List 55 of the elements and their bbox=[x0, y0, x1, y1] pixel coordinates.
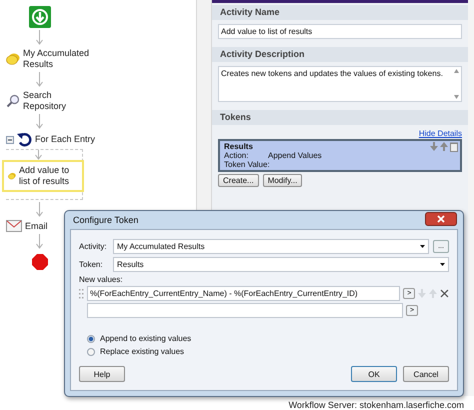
envelope-icon bbox=[6, 220, 22, 232]
section-header: Activity Description bbox=[212, 47, 468, 62]
coin-icon bbox=[8, 170, 16, 182]
radio-button[interactable] bbox=[87, 348, 95, 356]
node-label[interactable]: My Accumulated Results bbox=[23, 48, 93, 70]
caret-icon[interactable] bbox=[440, 262, 445, 266]
node-label[interactable]: Email bbox=[25, 220, 48, 232]
dialog-button[interactable]: Help bbox=[79, 366, 125, 382]
stop-icon[interactable] bbox=[32, 254, 48, 270]
dialog-button[interactable]: OK bbox=[351, 366, 397, 382]
connector-arrow bbox=[34, 150, 43, 160]
dialog-button[interactable]: Cancel bbox=[403, 366, 449, 382]
value-field[interactable]: %(ForEachEntry_CurrentEntry_Name) - %(ForEachEntry_CurrentEntry_ID) bbox=[86, 286, 400, 301]
status-text: Workflow Server: stokenham.laserfiche.com bbox=[288, 400, 464, 410]
drag-handle-icon[interactable] bbox=[79, 288, 84, 298]
scroll-down-icon[interactable] bbox=[454, 95, 459, 99]
section-header: Tokens bbox=[212, 110, 468, 125]
connector-arrow bbox=[35, 202, 44, 218]
move-down-icon[interactable] bbox=[430, 142, 438, 151]
search-icon bbox=[6, 94, 20, 108]
close-icon bbox=[437, 214, 445, 222]
token-item[interactable]: Results Action: Append Values Token Value: bbox=[218, 139, 462, 172]
collapse-icon[interactable] bbox=[6, 136, 14, 144]
connector-arrow bbox=[35, 30, 44, 46]
hide-details-link[interactable]: Hide Details bbox=[418, 129, 462, 138]
radio-label: Append to existing values bbox=[100, 334, 192, 343]
remove-icon[interactable] bbox=[440, 289, 450, 298]
connector-arrow bbox=[35, 72, 44, 88]
loop-icon bbox=[17, 132, 32, 147]
move-up-icon[interactable] bbox=[440, 142, 448, 151]
activity-node[interactable]: Add value to list of results bbox=[2, 160, 84, 192]
radio-button[interactable] bbox=[87, 334, 95, 342]
delete-icon[interactable] bbox=[450, 142, 458, 152]
caret-icon[interactable] bbox=[420, 244, 425, 248]
scroll-up-icon[interactable] bbox=[454, 69, 459, 73]
token-dropdown[interactable]: Results bbox=[113, 256, 449, 272]
token-label: Token: bbox=[79, 260, 104, 268]
new-values-label: New values: bbox=[79, 275, 124, 284]
connector-arrow bbox=[35, 114, 44, 130]
dialog-title: Configure Token bbox=[73, 215, 138, 225]
start-icon[interactable] bbox=[29, 6, 51, 28]
activity-dropdown[interactable]: My Accumulated Results bbox=[113, 238, 429, 254]
connector-arrow bbox=[35, 234, 44, 250]
radio-label: Replace existing values bbox=[100, 347, 184, 356]
panel-button[interactable]: Create... bbox=[218, 174, 259, 187]
node-label[interactable]: For Each Entry bbox=[35, 134, 96, 145]
close-button[interactable] bbox=[425, 212, 457, 226]
section-header: Activity Name bbox=[212, 5, 468, 20]
coin-icon bbox=[6, 53, 20, 65]
activity-label: Activity: bbox=[79, 242, 108, 250]
name-field[interactable]: Add value to list of results bbox=[218, 24, 462, 39]
panel-button[interactable]: Modify... bbox=[262, 174, 302, 187]
description-field[interactable]: Creates new tokens and updates the values of existing tokens. bbox=[218, 66, 462, 102]
node-label[interactable]: Search Repository bbox=[23, 90, 93, 112]
value-field[interactable] bbox=[87, 303, 403, 318]
